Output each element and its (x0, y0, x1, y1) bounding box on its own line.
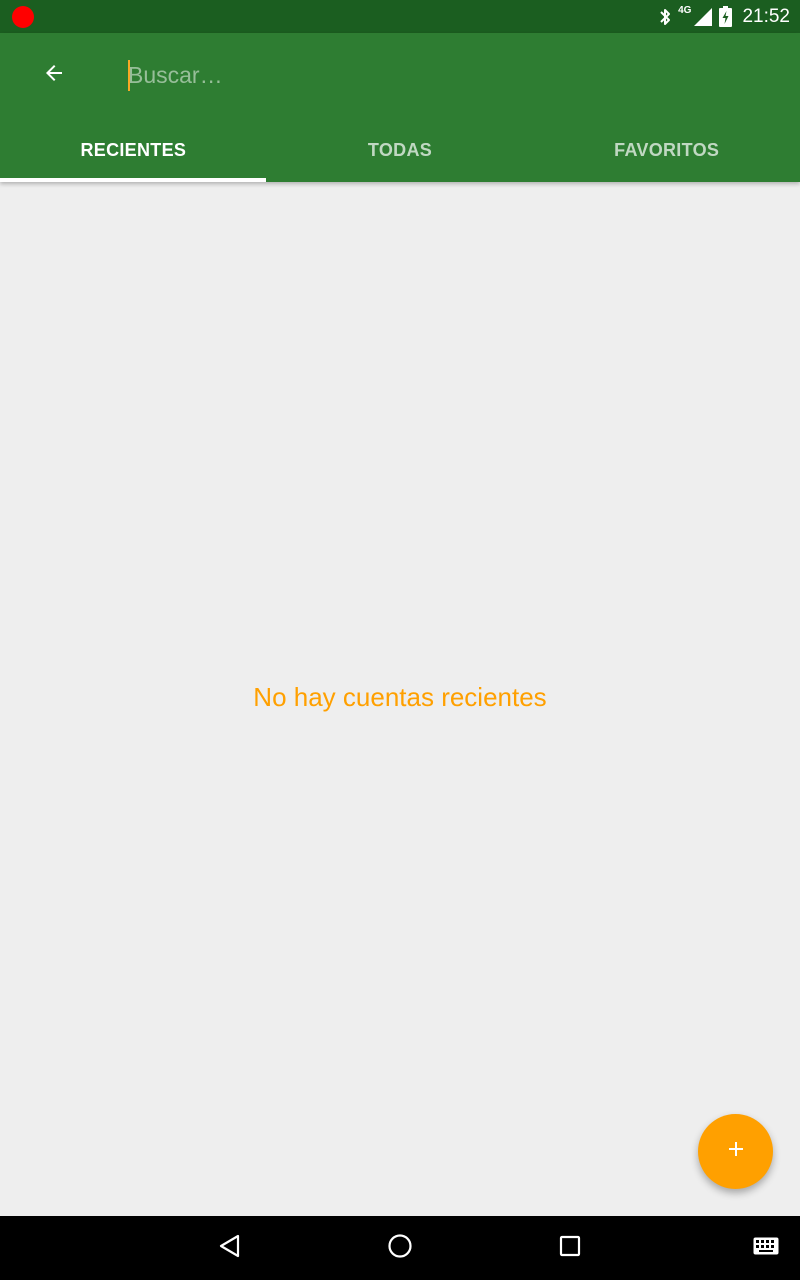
add-account-button[interactable] (698, 1114, 773, 1189)
status-bar: 4G 21:52 (0, 0, 800, 33)
tab-label: TODAS (367, 139, 433, 160)
tab-recientes[interactable]: RECIENTES (0, 118, 267, 182)
network-type: 4G (678, 5, 692, 16)
nav-back-button[interactable] (210, 1228, 250, 1268)
back-button[interactable] (30, 55, 78, 95)
text-cursor (128, 60, 130, 91)
recents-button[interactable] (550, 1228, 590, 1268)
tab-bar: RECIENTES TODAS FAVORITOS (0, 118, 800, 182)
battery-charging-icon (719, 6, 733, 27)
screen: 4G 21:52 Buscar… RECIENTES TODAS FAVORIT… (0, 0, 800, 1280)
keyboard-icon (753, 1237, 779, 1260)
status-time: 21:52 (742, 5, 790, 27)
search-field (128, 57, 768, 93)
record-indicator-icon (12, 6, 34, 28)
home-button[interactable] (380, 1228, 420, 1268)
home-icon (387, 1233, 413, 1264)
app-bar: RECIENTES TODAS FAVORITOS (0, 33, 800, 182)
navigation-bar (0, 1216, 800, 1280)
search-input[interactable] (128, 57, 768, 93)
tab-label: RECIENTES (80, 139, 187, 160)
tab-label: FAVORITOS (614, 139, 720, 160)
tab-todas[interactable]: TODAS (267, 118, 534, 182)
cell-signal-icon (693, 7, 713, 27)
add-icon (724, 1137, 748, 1166)
tab-favoritos[interactable]: FAVORITOS (533, 118, 800, 182)
tab-indicator (0, 178, 266, 182)
bluetooth-icon (658, 7, 672, 27)
nav-back-icon (217, 1233, 243, 1264)
recents-icon (558, 1234, 582, 1263)
status-icons: 4G 21:52 (658, 0, 790, 33)
keyboard-switch-button[interactable] (746, 1228, 786, 1268)
empty-state-message: No hay cuentas recientes (253, 682, 547, 712)
arrow-back-icon (42, 61, 66, 90)
